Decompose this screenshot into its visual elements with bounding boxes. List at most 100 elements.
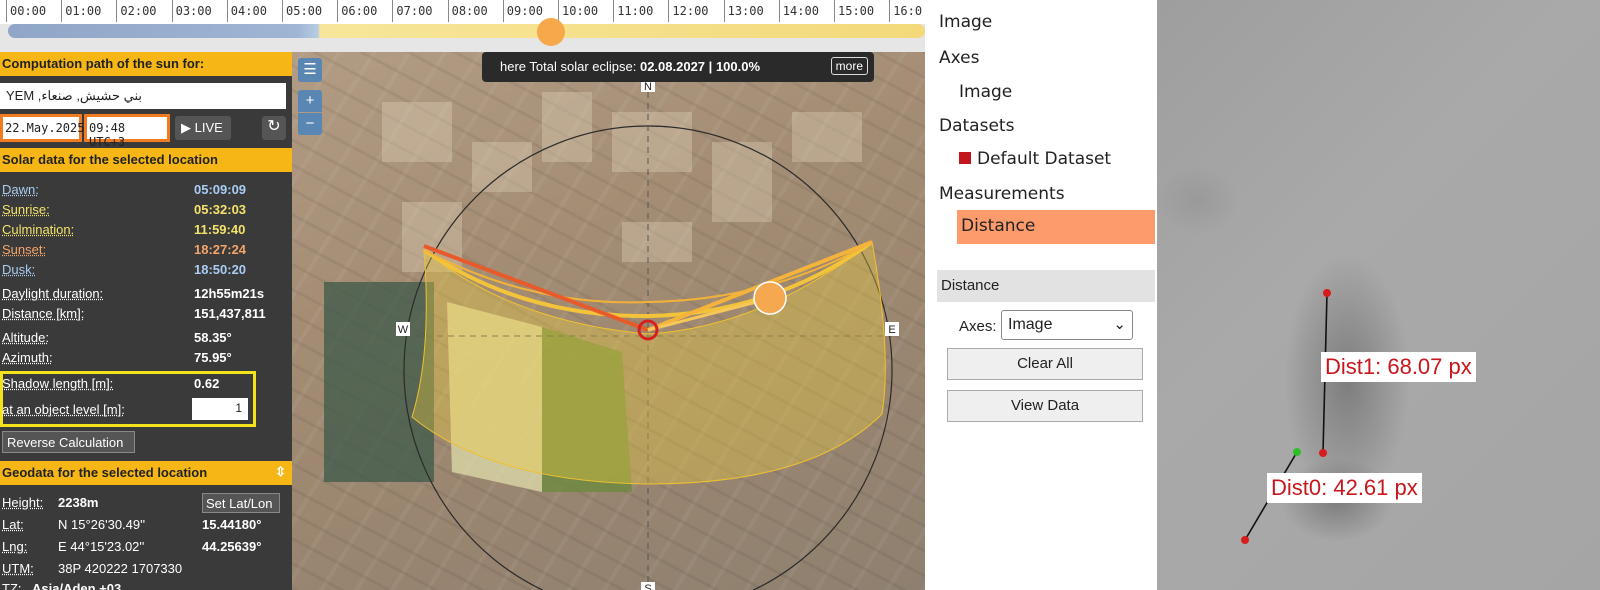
solar-row: Dawn: 05:09:09 bbox=[2, 182, 284, 200]
solar-key: Sunset: bbox=[2, 242, 47, 257]
hour-tick bbox=[282, 0, 283, 22]
tree-datasets[interactable]: Datasets bbox=[939, 116, 1014, 136]
utm-key: UTM: bbox=[2, 561, 34, 576]
measurement-image[interactable]: Dist1: 68.07 px Dist0: 42.61 px bbox=[1157, 0, 1600, 590]
hour-tick bbox=[723, 0, 725, 22]
zoom-out-button[interactable]: − bbox=[298, 113, 322, 135]
azimuth-row: Azimuth: 75.95° bbox=[2, 350, 284, 368]
geodata-title: Geodata for the selected location ⇳ bbox=[0, 461, 292, 485]
hour-tick bbox=[778, 0, 780, 22]
lat-dms: N 15°26'30.49'' bbox=[58, 517, 146, 532]
height-key: Height: bbox=[2, 495, 44, 510]
hour-label: 04:00 bbox=[230, 4, 267, 18]
tree-axes-image[interactable]: Image bbox=[959, 82, 1012, 102]
eclipse-date: 02.08.2027 bbox=[639, 59, 706, 74]
solar-row: Sunset: 18:27:24 bbox=[2, 242, 284, 260]
location-input[interactable]: بني حشيش, صنعاء, YEM bbox=[0, 83, 286, 109]
lng-key: Lng: bbox=[2, 539, 28, 554]
hour-label: 03:00 bbox=[175, 4, 212, 18]
distance-key: Distance [km]: bbox=[2, 306, 85, 321]
hour-label: 15:00 bbox=[838, 4, 875, 18]
object-level-input[interactable]: 1 bbox=[192, 398, 248, 420]
altitude-row: Altitude: 58.35° bbox=[2, 330, 284, 348]
daylight-value: 12h55m21s bbox=[194, 286, 265, 301]
tree-measurements[interactable]: Measurements bbox=[939, 184, 1065, 204]
solar-key: Culmination: bbox=[2, 222, 75, 237]
dist0-end-point[interactable] bbox=[1241, 536, 1249, 544]
hour-label: 08:00 bbox=[451, 4, 488, 18]
time-field[interactable]: 09:48 UTC+3 bbox=[84, 114, 170, 149]
dist1-end-point[interactable] bbox=[1319, 449, 1327, 457]
measurement-panel: Image Axes Image Datasets Default Datase… bbox=[925, 0, 1157, 590]
refresh-icon: ↻ bbox=[267, 118, 281, 135]
hour-tick bbox=[6, 0, 7, 22]
satellite-map[interactable]: N W E S here Total solar eclipse: 02.08.… bbox=[292, 52, 925, 590]
reverse-calculation-button[interactable]: Reverse Calculation bbox=[2, 431, 135, 453]
menu-icon: ☰ bbox=[303, 61, 317, 78]
dist0-start-point[interactable] bbox=[1293, 448, 1301, 456]
solar-row: Culmination: 11:59:40 bbox=[2, 222, 284, 240]
hour-label: 09:00 bbox=[506, 4, 543, 18]
lng-dms: E 44°15'23.02'' bbox=[58, 539, 145, 554]
solar-row: Sunrise: 05:32:03 bbox=[2, 202, 284, 220]
live-button[interactable]: ▶ LIVE bbox=[175, 116, 231, 140]
view-data-button[interactable]: View Data bbox=[947, 390, 1143, 422]
solar-value: 05:32:03 bbox=[194, 202, 247, 217]
tree-default-dataset[interactable]: Default Dataset bbox=[959, 149, 1111, 169]
eclipse-prefix: here Total solar eclipse: bbox=[500, 59, 637, 74]
hour-label: 11:00 bbox=[617, 4, 654, 18]
dist1-start-point[interactable] bbox=[1323, 289, 1331, 297]
geodata-title-text: Geodata for the selected location bbox=[2, 465, 208, 480]
dist1-label: Dist1: 68.07 px bbox=[1321, 352, 1476, 382]
altitude-value: 58.35° bbox=[194, 330, 232, 345]
tz-key: TZ: bbox=[2, 581, 22, 590]
tree-image[interactable]: Image bbox=[939, 12, 992, 32]
set-latlon-button[interactable]: Set Lat/Lon bbox=[202, 493, 280, 513]
tz-row: TZ: Asia/Aden +03 bbox=[2, 581, 284, 590]
collapse-icon[interactable]: ⇳ bbox=[275, 464, 286, 480]
clear-all-button[interactable]: Clear All bbox=[947, 348, 1143, 380]
layers-button[interactable]: ☰ bbox=[298, 58, 322, 82]
solar-value: 11:59:40 bbox=[194, 222, 246, 237]
sun-path-overlay: N W E S bbox=[324, 78, 899, 590]
sun-position-marker[interactable] bbox=[753, 281, 787, 315]
hour-tick bbox=[613, 0, 615, 22]
tree-axes[interactable]: Axes bbox=[939, 48, 979, 68]
sun-panel-title: Computation path of the sun for: bbox=[0, 52, 292, 76]
hour-tick bbox=[668, 0, 670, 22]
axes-select[interactable]: Image ⌄ bbox=[1001, 310, 1133, 340]
axes-select-value: Image bbox=[1008, 316, 1053, 333]
date-field[interactable]: 22.May.2025 bbox=[0, 114, 84, 142]
time-handle[interactable] bbox=[537, 18, 565, 46]
solar-key: Dawn: bbox=[2, 182, 39, 197]
compass-w: W bbox=[398, 324, 409, 336]
chevron-down-icon: ⌄ bbox=[1113, 316, 1126, 333]
azimuth-key: Azimuth: bbox=[2, 350, 53, 365]
solar-key: Dusk: bbox=[2, 262, 36, 277]
zoom-in-button[interactable]: + bbox=[298, 90, 322, 112]
distance-row: Distance [km]: 151,437,811 bbox=[2, 306, 284, 324]
solar-value: 18:50:20 bbox=[194, 262, 247, 277]
height-value: 2238m bbox=[58, 495, 99, 510]
refresh-button[interactable]: ↻ bbox=[262, 116, 286, 140]
utm-value: 38P 420222 1707330 bbox=[58, 561, 183, 576]
eclipse-separator: | bbox=[708, 59, 713, 74]
lat-key: Lat: bbox=[2, 517, 24, 532]
time-track[interactable] bbox=[8, 24, 925, 38]
hour-label: 07:00 bbox=[396, 4, 433, 18]
hour-tick bbox=[61, 0, 63, 22]
dataset-color-swatch bbox=[959, 152, 971, 164]
eclipse-percent: 100.0% bbox=[715, 59, 761, 74]
tree-distance-selected[interactable]: Distance bbox=[957, 210, 1155, 244]
distance-value: 151,437,811 bbox=[194, 306, 266, 321]
hour-tick bbox=[171, 0, 173, 22]
time-slider[interactable]: 00:00 01:00 02:00 03:00 04:00 05:00 06:00 07:00… bbox=[0, 0, 925, 52]
axes-label: Axes: bbox=[959, 318, 997, 335]
more-button[interactable]: more bbox=[830, 57, 868, 75]
hour-tick bbox=[226, 0, 228, 22]
eclipse-banner: here Total solar eclipse: 02.08.2027 | 1… bbox=[482, 52, 874, 82]
hour-label: 05:00 bbox=[286, 4, 323, 18]
distance-header: Distance bbox=[937, 270, 1155, 302]
hour-label: 14:00 bbox=[782, 4, 819, 18]
utm-row: UTM: 38P 420222 1707330 bbox=[2, 561, 284, 579]
